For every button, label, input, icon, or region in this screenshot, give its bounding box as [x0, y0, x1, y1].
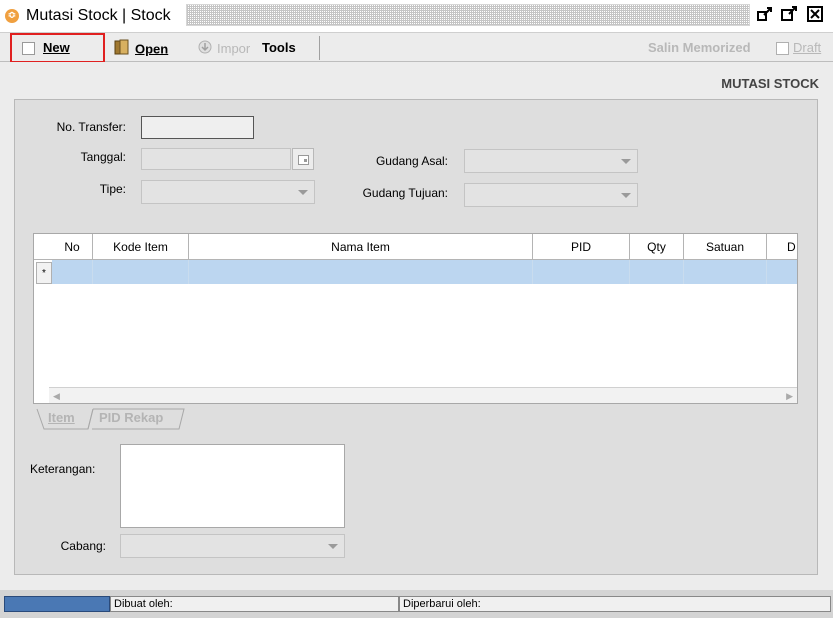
- calendar-icon: [298, 154, 309, 168]
- restore-icon[interactable]: [756, 6, 774, 24]
- chevron-down-icon: [621, 193, 631, 198]
- column-header-kode-item[interactable]: Kode Item: [93, 234, 189, 260]
- draft-checkbox[interactable]: Draft: [776, 39, 821, 57]
- keterangan-textarea[interactable]: [120, 444, 345, 528]
- column-header-pid[interactable]: PID: [533, 234, 630, 260]
- tanggal-label: Tanggal:: [80, 150, 126, 164]
- cabang-select[interactable]: [120, 534, 345, 558]
- gudang-asal-label: Gudang Asal:: [375, 154, 448, 168]
- keterangan-label: Keterangan:: [30, 462, 96, 476]
- cabang-label: Cabang:: [60, 539, 106, 553]
- grid-cell-qty[interactable]: [630, 260, 684, 284]
- import-button[interactable]: Impor: [197, 39, 250, 57]
- grid-cell-no[interactable]: [52, 260, 93, 284]
- scroll-left-icon[interactable]: ◀: [53, 391, 60, 402]
- import-icon: [197, 39, 213, 60]
- window-title: Mutasi Stock | Stock: [26, 7, 171, 24]
- folder-open-icon: [113, 39, 130, 61]
- gudang-tujuan-label: Gudang Tujuan:: [362, 186, 448, 200]
- column-header-d[interactable]: D: [767, 234, 797, 260]
- form-title: MUTASI STOCK: [721, 76, 819, 91]
- column-header-no[interactable]: No: [52, 234, 93, 260]
- gudang-tujuan-select[interactable]: [464, 183, 638, 207]
- grid-cell-pid[interactable]: [533, 260, 630, 284]
- tab-item[interactable]: Item: [48, 408, 75, 428]
- import-label: Impor: [217, 40, 251, 56]
- grid-cell-d[interactable]: [767, 260, 797, 284]
- draft-checkbox-box[interactable]: [776, 42, 789, 56]
- new-row-marker: *: [36, 262, 52, 284]
- gudang-asal-select[interactable]: [464, 149, 638, 173]
- new-button-highlight: [10, 33, 105, 63]
- dibuat-oleh-field: Dibuat oleh:: [110, 596, 399, 612]
- tab-item-label: Item: [48, 410, 75, 425]
- chevron-down-icon: [298, 190, 308, 195]
- grid-cell-nama-item[interactable]: [189, 260, 533, 284]
- salin-memorized-label: Salin Memorized: [648, 40, 751, 55]
- chevron-down-icon: [621, 159, 631, 164]
- tanggal-input[interactable]: [141, 148, 291, 170]
- column-header-nama-item[interactable]: Nama Item: [189, 234, 533, 260]
- status-progress-block: [4, 596, 110, 612]
- chevron-down-icon: [328, 544, 338, 549]
- tools-button[interactable]: Tools: [262, 39, 296, 57]
- scroll-right-icon[interactable]: ▶: [786, 391, 793, 402]
- maximize-icon[interactable]: [780, 6, 798, 24]
- no-transfer-label: No. Transfer:: [56, 120, 126, 134]
- no-transfer-input[interactable]: [141, 116, 254, 139]
- grid-corner: [34, 234, 52, 260]
- app-logo-icon: ≎: [5, 9, 19, 23]
- calendar-button[interactable]: [292, 148, 314, 170]
- title-bar-pattern: [186, 4, 750, 26]
- grid-cell-satuan[interactable]: [684, 260, 767, 284]
- tipe-select[interactable]: [141, 180, 315, 204]
- column-header-satuan[interactable]: Satuan: [684, 234, 767, 260]
- grid-cell-kode-item[interactable]: [93, 260, 189, 284]
- item-grid[interactable]: No Kode Item Nama Item PID Qty Satuan D …: [33, 233, 798, 404]
- open-button[interactable]: Open: [113, 39, 168, 57]
- title-bar: ≎ Mutasi Stock | Stock: [0, 0, 833, 32]
- status-bar: Dibuat oleh: Diperbarui oleh:: [0, 590, 833, 618]
- salin-memorized-button[interactable]: Salin Memorized: [648, 39, 751, 57]
- close-icon[interactable]: [806, 6, 824, 24]
- tipe-label: Tipe:: [99, 182, 126, 196]
- tab-pid-rekap-label: PID Rekap: [99, 410, 164, 425]
- toolbar-divider: [319, 36, 320, 60]
- draft-label: Draft: [793, 40, 822, 55]
- open-label: Open: [135, 41, 169, 57]
- toolbar: New Open Impor Tools Salin Memorized Dra…: [0, 32, 833, 62]
- tools-label: Tools: [262, 40, 296, 55]
- diperbarui-oleh-field: Diperbarui oleh:: [399, 596, 831, 612]
- column-header-qty[interactable]: Qty: [630, 234, 684, 260]
- horizontal-scrollbar[interactable]: ◀ ▶: [49, 387, 797, 403]
- tab-pid-rekap[interactable]: PID Rekap: [99, 408, 163, 428]
